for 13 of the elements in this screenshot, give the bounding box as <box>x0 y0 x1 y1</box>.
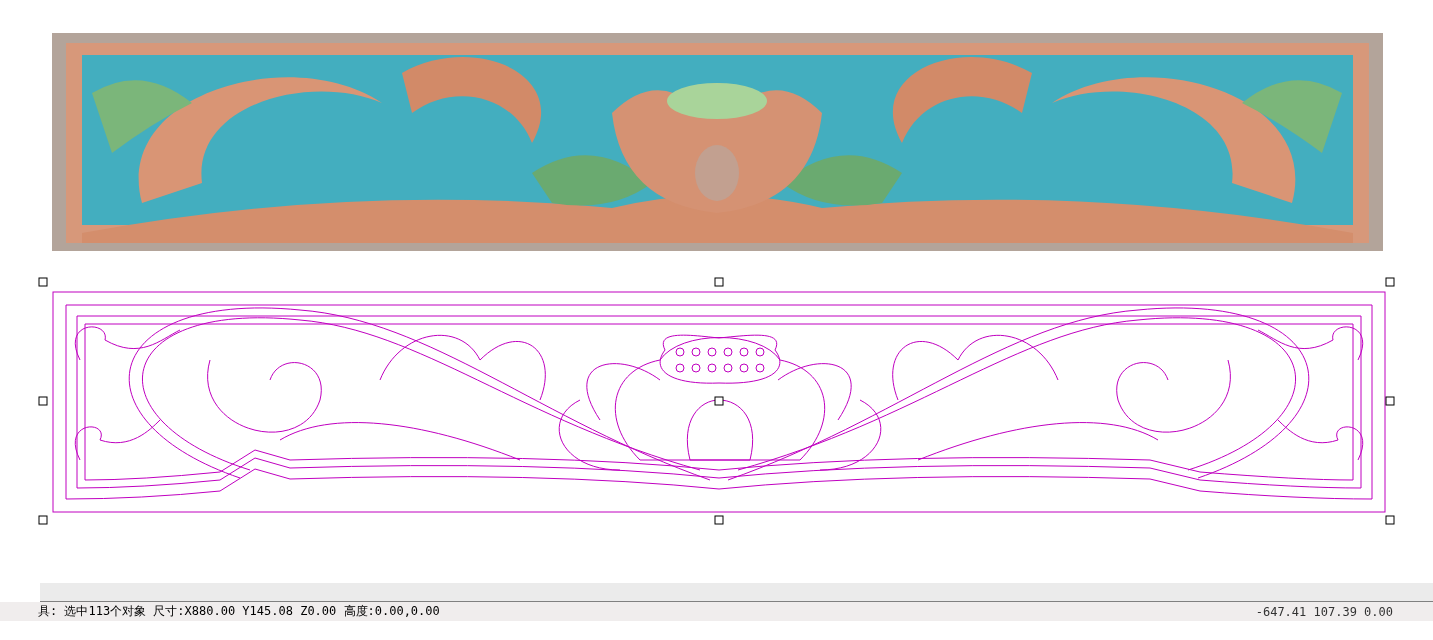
selection-handle[interactable] <box>38 277 48 287</box>
ornament-drawing[interactable] <box>52 291 1386 513</box>
selection-handle[interactable] <box>1385 277 1395 287</box>
status-message: 具: 选中113个对象 尺寸:X880.00 Y145.08 Z0.00 高度:0.00,0.00 <box>38 603 440 620</box>
selection-handle[interactable] <box>714 396 724 406</box>
selection-handle[interactable] <box>714 277 724 287</box>
cursor-coordinates: -647.41 107.39 0.00 <box>1255 604 1393 619</box>
selection-handle[interactable] <box>38 515 48 525</box>
selection-handle[interactable] <box>38 396 48 406</box>
selection-handle[interactable] <box>714 515 724 525</box>
horizontal-scrollbar[interactable] <box>40 583 1433 602</box>
selection-handle[interactable] <box>1385 396 1395 406</box>
selection-handle[interactable] <box>1385 515 1395 525</box>
